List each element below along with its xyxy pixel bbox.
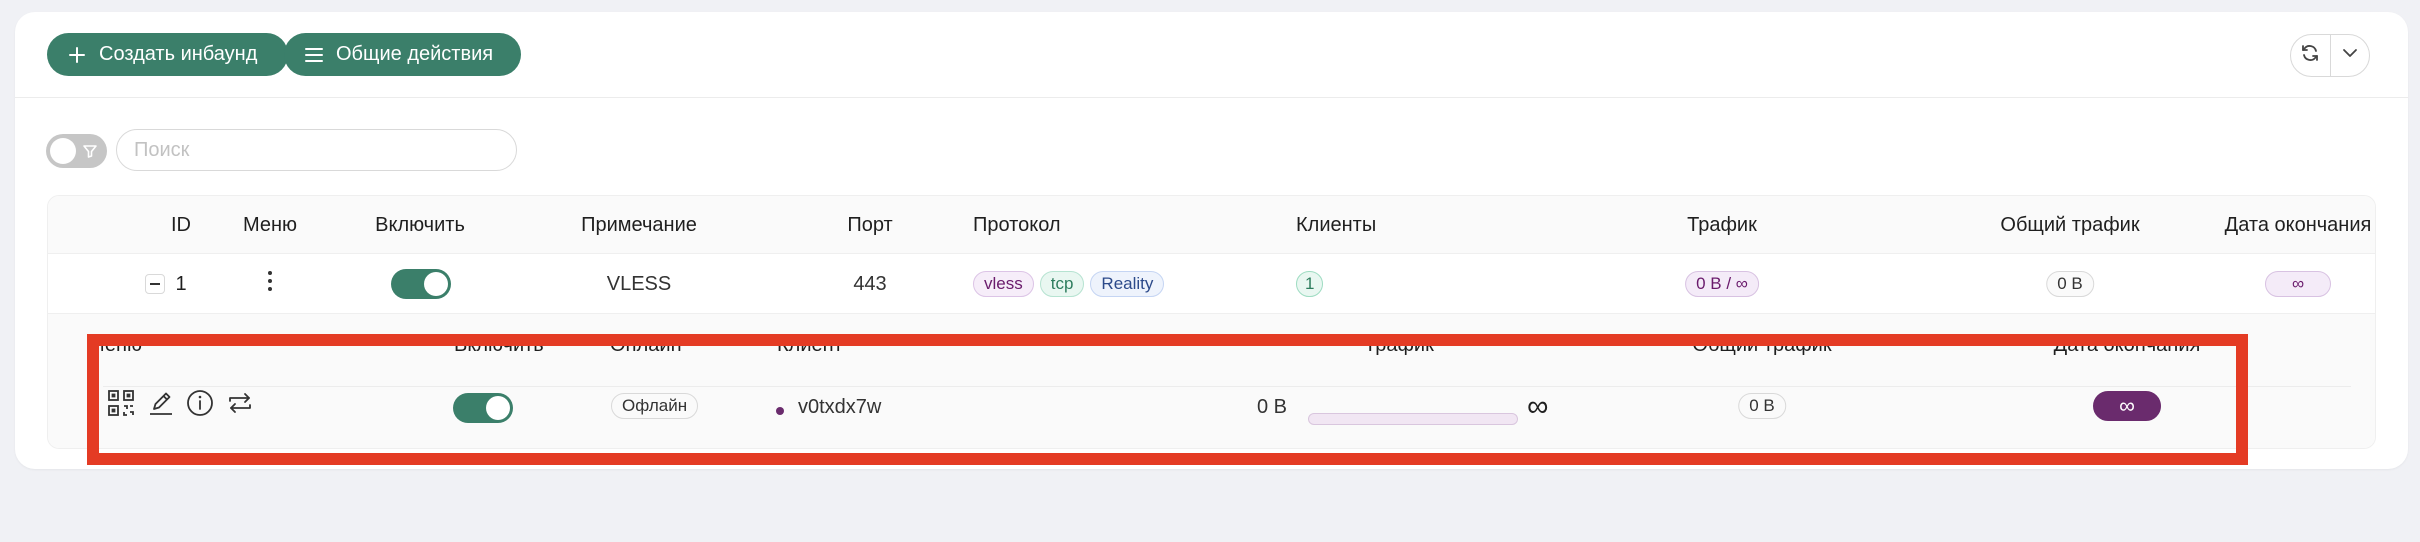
header-clients: Клиенты [1296,214,1377,236]
client-total-traffic-badge: 0 B [1738,393,1786,419]
header-protocol: Протокол [973,214,1061,236]
client-enable-switch[interactable] [453,393,513,423]
row-port: 443 [853,273,887,295]
expiry-badge: ∞ [2265,271,2331,297]
traffic-badge: 0 B / ∞ [1685,271,1759,297]
header-menu: Меню [242,214,298,236]
filter-toggle[interactable] [46,134,107,168]
header-id: ID [171,214,191,236]
edit-icon[interactable] [147,389,175,423]
plus-icon [67,45,87,65]
client-header-total-traffic: Общий трафик [1692,334,1832,356]
client-header-online: Онлайн [610,334,682,356]
switch-knob [424,272,448,296]
clients-count-badge[interactable]: 1 [1296,271,1324,297]
refresh-button[interactable] [2291,35,2330,76]
header-enable: Включить [375,214,465,236]
client-header-client: Клиент [777,334,843,356]
client-header-traffic: Трафик [1364,334,1434,356]
chevron-down-icon [2341,44,2359,67]
row-remark: VLESS [606,273,672,295]
client-expiry-badge: ∞ [2093,391,2161,421]
clients-subtable [48,314,2375,448]
reset-traffic-icon[interactable] [226,389,254,423]
toolbar: Создать инбаунд Общие действия [15,12,2408,98]
client-traffic-limit: ∞ [1527,390,1549,423]
general-actions-button[interactable]: Общие действия [284,33,521,76]
client-header-expiry: Дата окончания [2053,334,2201,356]
header-port: Порт [847,214,893,236]
header-traffic: Трафик [1687,214,1757,236]
client-traffic-progress [1308,413,1518,425]
client-status-dot [776,407,784,415]
client-name: v0txdx7w [798,396,882,418]
total-traffic-badge: 0 B [2046,271,2094,297]
menu-icon [304,45,324,65]
table-row: 1 VLESS 443 vless tcp Reality 1 0 B / ∞ 0 … [48,254,2375,314]
divider [103,386,2351,387]
general-actions-label: Общие действия [336,43,494,65]
row-menu-button[interactable] [261,268,279,300]
protocol-tag-tcp: tcp [1039,271,1085,297]
info-icon[interactable] [186,389,214,423]
table-header: ID Меню Включить Примечание Порт Протоко… [48,196,2375,254]
header-expiry: Дата окончания [2224,214,2372,236]
search-input[interactable] [116,129,517,171]
inbounds-card: Создать инбаунд Общие действия Поиск ID … [15,12,2408,469]
refresh-options-dropdown[interactable] [2329,35,2370,76]
online-status-badge: Офлайн [611,393,699,419]
row-id: 1 [175,273,187,295]
refresh-button-group [2290,34,2370,77]
more-vertical-icon [261,271,279,299]
collapse-row-button[interactable] [145,274,165,294]
protocol-tags: vless tcp Reality [973,271,1170,297]
header-total-traffic: Общий трафик [2000,214,2140,236]
inbound-enable-switch[interactable] [391,269,451,299]
client-actions [107,389,254,423]
refresh-icon [2300,43,2320,68]
switch-knob [486,396,510,420]
inbounds-table: ID Меню Включить Примечание Порт Протоко… [47,195,2376,449]
qr-code-icon[interactable] [107,389,135,423]
client-traffic-used: 0 B [1257,396,1288,418]
client-header-enable: Включить [454,334,544,356]
filter-toggle-knob [50,138,76,164]
create-inbound-label: Создать инбаунд [99,43,258,65]
protocol-tag-vless: vless [973,271,1034,297]
client-header-menu: Меню [88,334,143,356]
create-inbound-button[interactable]: Создать инбаунд [47,33,288,76]
protocol-tag-reality: Reality [1090,271,1165,297]
filter-icon [82,143,98,164]
header-remark: Примечание [581,214,697,236]
